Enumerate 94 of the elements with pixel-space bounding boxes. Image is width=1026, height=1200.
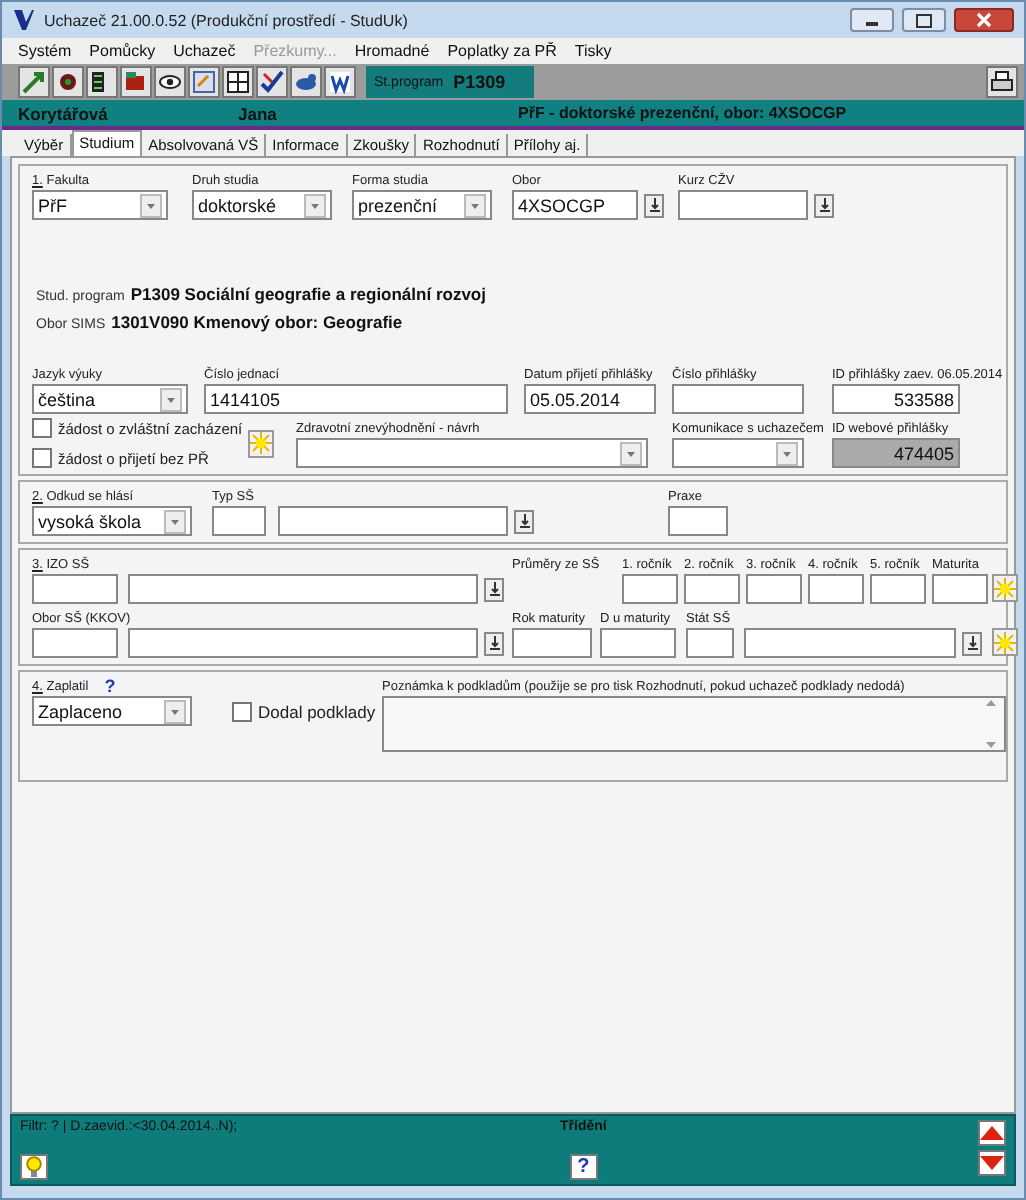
maximize-icon — [916, 13, 932, 27]
menu-item[interactable]: Tisky — [574, 42, 612, 60]
menu-item[interactable]: Pomůcky — [89, 42, 156, 60]
text-field[interactable] — [512, 628, 592, 658]
text-field[interactable] — [932, 574, 988, 604]
note-icon — [192, 70, 216, 94]
scroll-up-button[interactable] — [978, 1120, 1006, 1146]
down-arrow-icon — [519, 514, 529, 528]
down-arrow-icon — [489, 636, 499, 650]
sun-icon — [250, 432, 273, 454]
text-field[interactable] — [622, 574, 678, 604]
toolbar-button[interactable] — [52, 66, 84, 98]
close-icon — [976, 12, 992, 28]
info-value: P1309 Sociální geografie a regionální rozvoj — [130, 284, 486, 304]
lookup-button[interactable] — [644, 193, 664, 217]
text-field[interactable] — [278, 506, 508, 536]
lookup-button[interactable] — [484, 631, 504, 655]
lookup-button[interactable] — [962, 631, 982, 655]
lookup-button[interactable] — [814, 193, 834, 217]
lookup-button[interactable] — [484, 577, 504, 601]
help-link[interactable]: ? — [104, 676, 116, 696]
sun-icon — [994, 631, 1016, 653]
text-field[interactable]: 4XSOCGP — [512, 190, 638, 220]
printer-icon — [990, 70, 1014, 94]
menu-item[interactable]: Uchazeč — [173, 42, 236, 60]
lookup-button[interactable] — [514, 509, 534, 533]
app-logo-icon — [12, 8, 36, 32]
filter-button[interactable] — [20, 1154, 48, 1180]
sun-icon — [994, 577, 1016, 599]
text-field[interactable] — [668, 506, 728, 536]
text-field[interactable] — [128, 628, 478, 658]
lightbulb-icon — [26, 1156, 42, 1178]
web-icon — [328, 70, 352, 94]
up-arrow-icon — [980, 1126, 1004, 1140]
menu-item[interactable]: Hromadné — [354, 42, 430, 60]
sort-help-button[interactable]: ? — [569, 1154, 598, 1180]
dropdown[interactable] — [296, 438, 648, 468]
text-field[interactable] — [808, 574, 864, 604]
text-field[interactable] — [32, 628, 118, 658]
toolbar-button[interactable] — [154, 66, 186, 98]
dropdown[interactable]: prezenční — [352, 190, 492, 220]
sun-button[interactable] — [248, 429, 275, 457]
text-field[interactable] — [744, 628, 956, 658]
folder-icon — [124, 70, 148, 94]
text-field[interactable] — [32, 574, 118, 604]
text-field[interactable] — [746, 574, 802, 604]
text-field[interactable]: 1414105 — [204, 384, 508, 414]
text-field[interactable]: 533588 — [832, 384, 960, 414]
text-field[interactable] — [600, 628, 676, 658]
text-field[interactable]: 05.05.2014 — [524, 384, 656, 414]
info-value: 1301V090 Kmenový obor: Geografie — [111, 312, 403, 332]
toolbar-button[interactable] — [222, 66, 254, 98]
applicant-header: Korytářová Jana PřF - doktorské prezenční, obor: 4XSOCGP — [2, 100, 1024, 130]
dropdown[interactable]: Zaplaceno — [32, 696, 192, 726]
down-arrow-icon — [649, 198, 659, 212]
checkbox[interactable] — [32, 418, 52, 438]
dropdown[interactable]: doktorské — [192, 190, 332, 220]
sun-button[interactable] — [992, 628, 1018, 656]
checkbox-label: Dodal podklady — [258, 701, 376, 721]
toolbar-button[interactable] — [86, 66, 118, 98]
maximize-button[interactable] — [902, 8, 946, 32]
print-button[interactable] — [986, 66, 1018, 98]
text-field[interactable] — [672, 384, 804, 414]
dropdown[interactable]: vysoká škola — [32, 506, 192, 536]
toolbar-button[interactable] — [256, 66, 288, 98]
scroll-down-button[interactable] — [978, 1150, 1006, 1176]
grid-icon — [226, 70, 250, 94]
text-field[interactable] — [212, 506, 266, 536]
checkbox[interactable] — [232, 701, 252, 721]
down-arrow-icon — [489, 582, 499, 596]
text-field[interactable] — [870, 574, 926, 604]
text-field[interactable] — [678, 190, 808, 220]
dropdown[interactable]: čeština — [32, 384, 188, 414]
eye-icon — [158, 70, 182, 94]
down-arrow-icon — [967, 636, 977, 650]
menu-item[interactable]: Systém — [18, 42, 72, 60]
window-title: Uchazeč 21.00.0.52 (Produkční prostředí - StudUk) — [44, 11, 408, 29]
menu-item[interactable]: Poplatky za PŘ — [447, 42, 557, 60]
text-field[interactable] — [128, 574, 478, 604]
down-arrow-icon — [980, 1156, 1004, 1170]
check-icon — [260, 70, 284, 94]
sun-button[interactable] — [992, 574, 1018, 602]
dropdown[interactable]: PřF — [32, 190, 168, 220]
note-textarea[interactable] — [382, 696, 1006, 752]
scroll-arrows-icon — [984, 696, 998, 752]
dropdown[interactable] — [672, 438, 804, 468]
text-field[interactable] — [686, 628, 734, 658]
text-field[interactable] — [684, 574, 740, 604]
arrow-icon — [22, 70, 46, 94]
toolbar-button[interactable] — [324, 66, 356, 98]
checkbox[interactable] — [32, 448, 52, 468]
down-arrow-icon — [819, 198, 829, 212]
close-button[interactable] — [954, 8, 1014, 32]
minimize-button[interactable] — [850, 8, 894, 32]
